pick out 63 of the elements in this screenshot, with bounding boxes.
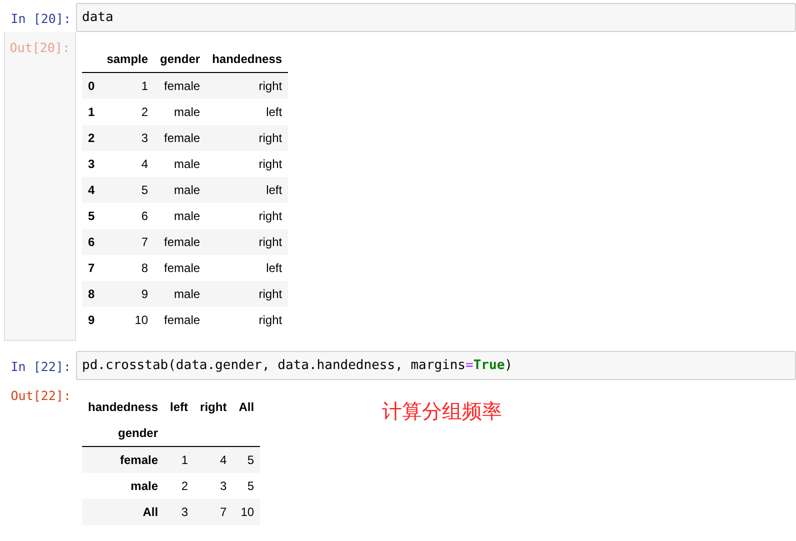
row-index: male bbox=[82, 473, 164, 499]
table-cell: 1 bbox=[100, 72, 154, 99]
table-cell: 4 bbox=[100, 151, 154, 177]
table-cell: right bbox=[206, 72, 288, 99]
annotation-text: 计算分组频率 bbox=[382, 400, 502, 425]
column-header: right bbox=[199, 399, 228, 416]
row-index: 7 bbox=[82, 255, 101, 281]
table-cell: 2 bbox=[100, 99, 154, 125]
output-prompt: Out[22]: bbox=[10, 388, 71, 403]
row-index: 2 bbox=[82, 125, 101, 151]
table-cell: right bbox=[206, 307, 288, 333]
columns-name: handedness bbox=[87, 399, 160, 416]
table-cell: right bbox=[206, 151, 288, 177]
table-cell: 3 bbox=[194, 473, 233, 499]
row-index: 9 bbox=[82, 307, 101, 333]
table-cell: left bbox=[206, 177, 288, 203]
table-cell: right bbox=[206, 229, 288, 255]
row-index: 5 bbox=[82, 203, 101, 229]
table-cell: female bbox=[154, 125, 206, 151]
table-cell: right bbox=[206, 281, 288, 307]
input-prompt: In [20]: bbox=[10, 10, 72, 28]
table-cell: 10 bbox=[232, 499, 260, 525]
table-cell: 6 bbox=[100, 203, 154, 229]
code-input[interactable]: pd.crosstab(data.gender, data.handedness, margins=True) bbox=[76, 351, 796, 380]
table-cell: 7 bbox=[100, 229, 154, 255]
table-cell: female bbox=[154, 255, 206, 281]
table-cell: 5 bbox=[100, 177, 154, 203]
table-cell: male bbox=[154, 177, 206, 203]
table-cell: 9 bbox=[100, 281, 154, 307]
table-cell: 7 bbox=[194, 499, 233, 525]
table-cell: 3 bbox=[100, 125, 154, 151]
table-cell: female bbox=[154, 229, 206, 255]
row-index: 4 bbox=[82, 177, 101, 203]
table-cell: female bbox=[154, 307, 206, 333]
table-cell: male bbox=[154, 203, 206, 229]
row-index: 6 bbox=[82, 229, 101, 255]
table-cell: 4 bbox=[194, 446, 233, 473]
row-index: 8 bbox=[82, 281, 101, 307]
row-index: All bbox=[82, 499, 164, 525]
table-cell: 5 bbox=[232, 473, 260, 499]
row-index: 0 bbox=[82, 72, 101, 99]
table-cell: male bbox=[154, 281, 206, 307]
table-cell: 1 bbox=[164, 446, 194, 473]
table-cell: 5 bbox=[232, 446, 260, 473]
table-cell: female bbox=[154, 72, 206, 99]
table-cell: male bbox=[154, 151, 206, 177]
output-prompt: Out[20]: bbox=[10, 40, 70, 55]
row-index: 3 bbox=[82, 151, 101, 177]
table-cell: left bbox=[206, 99, 288, 125]
table-cell: left bbox=[206, 255, 288, 281]
table-cell: right bbox=[206, 125, 288, 151]
row-index: female bbox=[82, 446, 164, 473]
table-cell: right bbox=[206, 203, 288, 229]
input-prompt: In [22]: bbox=[10, 358, 72, 376]
row-index: 1 bbox=[82, 99, 101, 125]
code-input[interactable]: data bbox=[76, 3, 796, 32]
table-cell: male bbox=[154, 99, 206, 125]
column-header: All bbox=[238, 399, 256, 416]
column-header: left bbox=[169, 399, 190, 416]
table-cell: 10 bbox=[100, 307, 154, 333]
table-cell: 2 bbox=[164, 473, 194, 499]
table-cell: 8 bbox=[100, 255, 154, 281]
table-cell: 3 bbox=[164, 499, 194, 525]
